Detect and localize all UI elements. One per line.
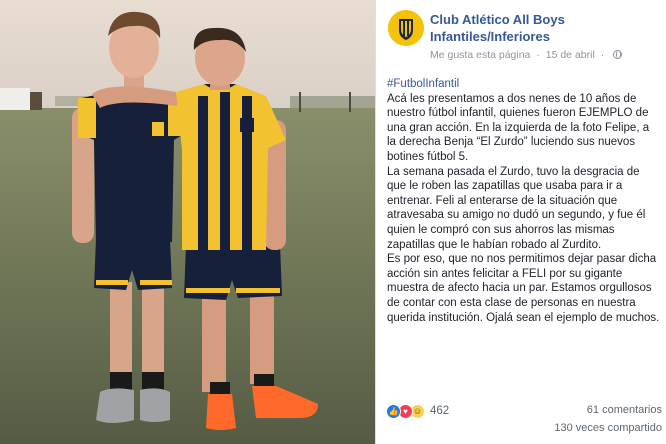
shares-link[interactable]: 130 veces compartido	[554, 422, 662, 434]
like-reaction-icon: 👍	[386, 403, 401, 419]
post-footer: 👍 ♥ ☺ 462 61 comentarios 130 veces compa…	[386, 402, 662, 438]
photo-illustration	[0, 0, 375, 444]
meta-separator: ·	[600, 49, 605, 61]
post-paragraph: La semana pasada el Zurdo, tuvo la desgr…	[387, 165, 646, 251]
globe-icon	[613, 50, 623, 59]
post-photo[interactable]	[0, 0, 375, 444]
reaction-count: 462	[430, 405, 450, 417]
post-text: #FutbolInfantil Acá les presentamos a do…	[387, 77, 661, 325]
reactions-summary[interactable]: 👍 ♥ ☺ 462	[386, 402, 449, 420]
post-panel: Club Atlético All Boys Infantiles/Inferi…	[375, 0, 666, 444]
meta-separator: ·	[536, 49, 540, 61]
hashtag-link[interactable]: #FutbolInfantil	[387, 78, 459, 90]
post-meta: Me gusta esta página · 15 de abril ·	[430, 49, 623, 61]
club-crest-icon[interactable]	[388, 10, 424, 46]
post-paragraph: Es por eso, que no nos permitimos dejar …	[387, 253, 660, 324]
page-name-link[interactable]: Club Atlético All Boys Infantiles/Inferi…	[430, 11, 660, 45]
like-page-link[interactable]: Me gusta esta página	[430, 49, 530, 61]
post-date[interactable]: 15 de abril	[546, 49, 595, 61]
post-paragraph: Acá les presentamos a dos nenes de 10 añ…	[387, 92, 650, 163]
comments-link[interactable]: 61 comentarios	[587, 404, 662, 416]
post-header: Club Atlético All Boys Infantiles/Inferi…	[386, 10, 661, 61]
